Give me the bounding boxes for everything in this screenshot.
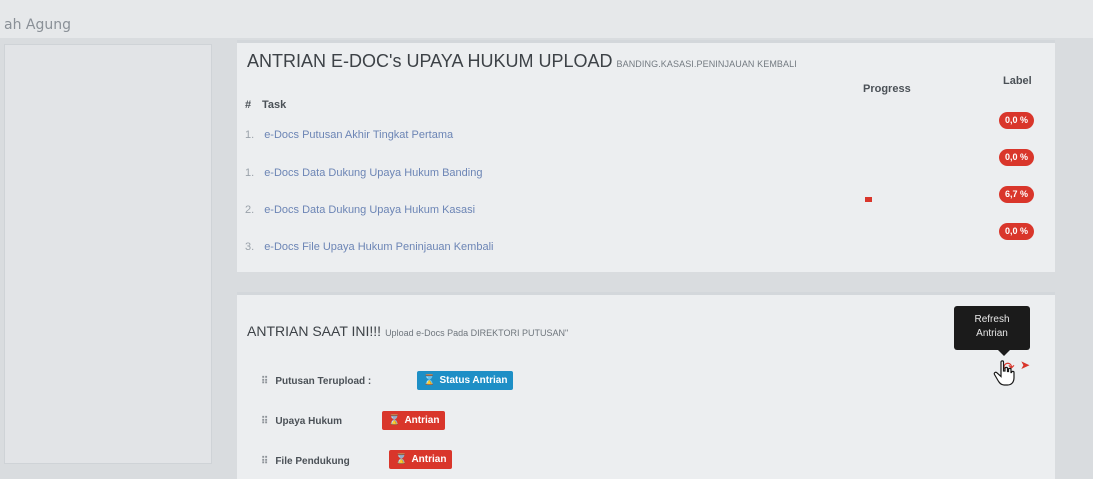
panel-subtitle: Upload e-Docs Pada DIREKTORI PUTUSAN": [385, 328, 569, 338]
task-link[interactable]: e-Docs Data Dukung Upaya Hukum Kasasi: [264, 204, 475, 216]
task-row-banding[interactable]: 1. e-Docs Data Dukung Upaya Hukum Banding: [245, 167, 482, 179]
task-number: 2.: [245, 204, 255, 216]
queue-row-putusan: ⠿ Putusan Terupload :: [261, 376, 371, 387]
queue-row-file-pendukung: ⠿ File Pendukung: [261, 456, 350, 467]
button-label: Antrian: [404, 415, 440, 426]
button-label: Antrian: [411, 454, 447, 465]
task-row-kasasi[interactable]: 2. e-Docs Data Dukung Upaya Hukum Kasasi: [245, 204, 475, 216]
task-row-putusan-akhir[interactable]: 1. e-Docs Putusan Akhir Tingkat Pertama: [245, 129, 453, 141]
column-header-label: Label: [1003, 75, 1032, 87]
label-badge: 6,7 %: [999, 186, 1035, 203]
tooltip-line: Refresh: [974, 314, 1010, 325]
send-icon[interactable]: ➤: [1020, 358, 1030, 372]
sidebar: [4, 44, 212, 464]
label-badge: 0,0 %: [999, 223, 1035, 240]
hourglass-icon: ⌛: [395, 454, 408, 465]
task-number: 1.: [245, 167, 255, 179]
hourglass-icon: ⌛: [388, 415, 401, 426]
column-header-progress: Progress: [863, 83, 911, 95]
tooltip-line: Antrian: [976, 328, 1008, 339]
label-badge: 0,0 %: [999, 112, 1035, 129]
panel-title: ANTRIAN E-DOC's UPAYA HUKUM UPLOAD BANDIN…: [247, 51, 797, 72]
task-link[interactable]: e-Docs Putusan Akhir Tingkat Pertama: [264, 129, 453, 141]
edoc-upload-queue-panel: ANTRIAN E-DOC's UPAYA HUKUM UPLOAD BANDIN…: [237, 40, 1055, 272]
panel-title-text: ANTRIAN E-DOC's UPAYA HUKUM UPLOAD: [247, 51, 613, 71]
top-bar: ah Agung: [0, 0, 1093, 38]
column-header-number: #: [245, 99, 252, 111]
task-number: 3.: [245, 241, 255, 253]
task-number: 1.: [245, 129, 255, 141]
antrian-file-pendukung-button[interactable]: ⌛ Antrian: [389, 450, 453, 469]
breadcrumb: ah Agung: [4, 17, 71, 33]
current-queue-panel: ANTRIAN SAAT INI!!! Upload e-Docs Pada DI…: [237, 292, 1055, 479]
task-row-peninjauan-kembali[interactable]: 3. e-Docs File Upaya Hukum Peninjauan Kem…: [245, 241, 493, 253]
drag-handle-icon: ⠿: [261, 456, 268, 467]
queue-row-label: Upaya Hukum: [275, 416, 343, 427]
queue-row-upaya-hukum: ⠿ Upaya Hukum: [261, 416, 342, 427]
column-header-task: Task: [262, 99, 287, 111]
progress-bar-kasasi: [865, 197, 872, 202]
drag-handle-icon: ⠿: [261, 416, 268, 427]
status-antrian-button[interactable]: ⌛ Status Antrian: [417, 371, 514, 390]
hand-cursor-icon: [993, 360, 1015, 386]
panel-subtitle: BANDING.KASASI.PENINJAUAN KEMBALI: [616, 59, 797, 69]
refresh-tooltip: Refresh Antrian: [954, 306, 1030, 356]
button-label: Status Antrian: [439, 375, 508, 386]
task-link[interactable]: e-Docs Data Dukung Upaya Hukum Banding: [264, 167, 482, 179]
queue-row-label: File Pendukung: [275, 456, 350, 467]
panel-title: ANTRIAN SAAT INI!!! Upload e-Docs Pada DI…: [247, 323, 568, 339]
drag-handle-icon: ⠿: [261, 376, 268, 387]
hourglass-icon: ⌛: [423, 375, 436, 386]
label-badge: 0,0 %: [999, 149, 1035, 166]
antrian-upaya-hukum-button[interactable]: ⌛ Antrian: [382, 411, 446, 430]
queue-row-label: Putusan Terupload :: [275, 376, 372, 387]
panel-title-text: ANTRIAN SAAT INI!!!: [247, 323, 382, 339]
task-link[interactable]: e-Docs File Upaya Hukum Peninjauan Kemba…: [264, 241, 493, 253]
